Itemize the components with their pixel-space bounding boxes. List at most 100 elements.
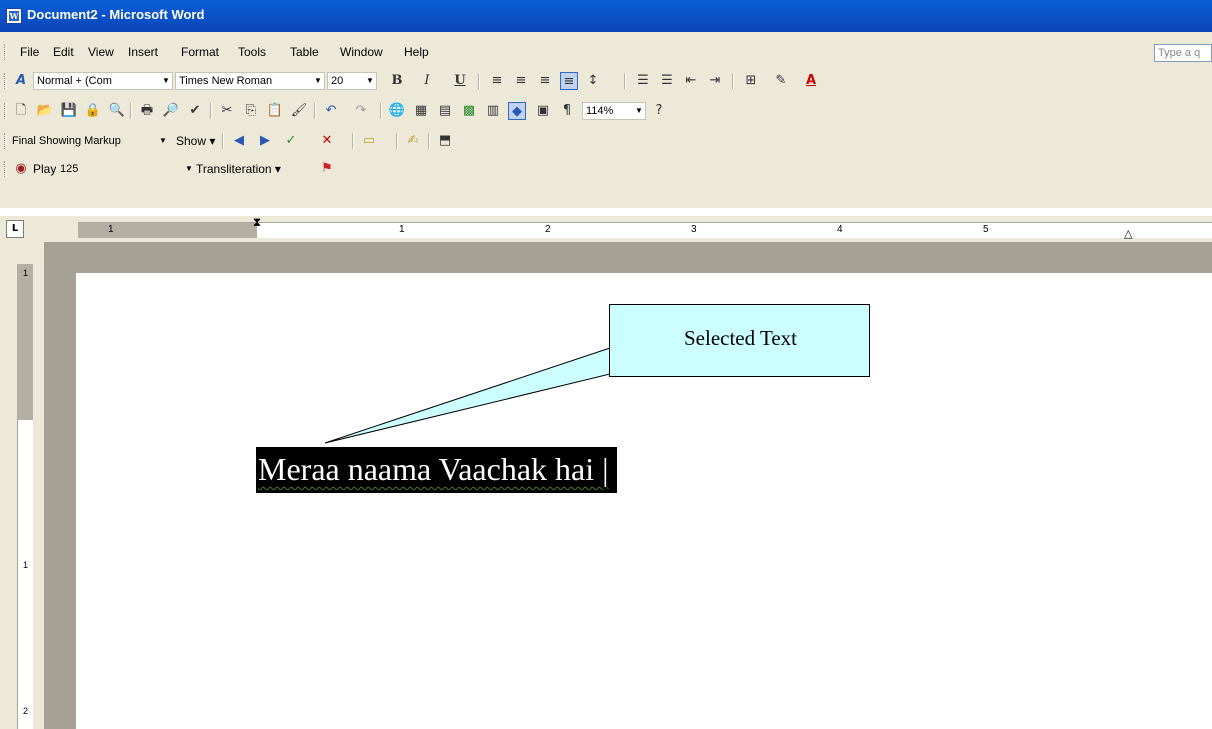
justify-icon[interactable]: ≡	[560, 72, 578, 90]
print-icon[interactable]: 🖶	[138, 102, 156, 120]
chevron-down-icon[interactable]: ▼	[633, 103, 645, 119]
italic-button[interactable]: I	[418, 72, 436, 90]
line-spacing-icon[interactable]: ↕	[584, 72, 602, 90]
show-menu-button[interactable]: Show ▾	[176, 134, 215, 148]
copy-icon[interactable]: ⎘	[242, 102, 260, 120]
zoom-combo[interactable]: 114% ▼	[582, 102, 646, 120]
menu-insert[interactable]: Insert	[128, 45, 158, 59]
display-for-review-combo[interactable]: Final Showing Markup ▼	[8, 132, 170, 150]
open-folder-icon[interactable]: 📂	[36, 102, 54, 120]
reviewing-pane-icon[interactable]: ⬒	[436, 132, 454, 150]
separator	[478, 73, 480, 89]
styles-icon[interactable]: A	[12, 72, 30, 90]
insert-excel-icon[interactable]: ▩	[460, 102, 478, 120]
insert-table-icon[interactable]: ▤	[436, 102, 454, 120]
chevron-down-icon[interactable]: ▼	[157, 133, 169, 149]
style-combo[interactable]: Normal + (Com ▼	[33, 72, 173, 90]
new-document-icon[interactable]: 🗋	[12, 102, 30, 120]
menu-table[interactable]: Table	[290, 45, 319, 59]
format-painter-icon[interactable]: 🖌	[290, 102, 308, 120]
menu-tools[interactable]: Tools	[238, 45, 266, 59]
toolbar-grip[interactable]	[4, 133, 7, 149]
previous-change-icon[interactable]: ◀	[230, 132, 248, 150]
paste-icon[interactable]: 📋	[266, 102, 284, 120]
undo-icon[interactable]: ↶	[322, 102, 340, 120]
drawing-icon[interactable]: ◆	[508, 102, 526, 120]
accept-change-icon[interactable]: ✓	[282, 132, 300, 150]
font-combo[interactable]: Times New Roman ▼	[175, 72, 325, 90]
align-left-icon[interactable]: ≡	[488, 72, 506, 90]
decrease-indent-icon[interactable]: ⇤	[682, 72, 700, 90]
menu-format[interactable]: Format	[181, 45, 219, 59]
increase-indent-icon[interactable]: ⇥	[706, 72, 724, 90]
permission-icon[interactable]: 🔒	[84, 102, 102, 120]
vertical-ruler[interactable]: 1 1 2	[0, 242, 44, 729]
right-indent-marker[interactable]: △	[1124, 227, 1132, 240]
separator	[624, 73, 626, 89]
speech-toolbar: ◉ Play 125 ▼ Transliteration ▾ ⚑	[0, 157, 1212, 181]
menu-view[interactable]: View	[88, 45, 114, 59]
show-hide-icon[interactable]: ¶	[558, 102, 576, 120]
vruler-number: 1	[23, 268, 29, 278]
chevron-down-icon[interactable]: ▼	[160, 73, 172, 89]
underline-button[interactable]: U	[451, 72, 469, 90]
font-color-icon[interactable]: A	[802, 72, 820, 90]
highlight-icon[interactable]: ✎	[772, 72, 790, 90]
new-comment-icon[interactable]: ▭	[360, 132, 378, 150]
chevron-down-icon[interactable]: ▼	[364, 73, 376, 89]
hyperlink-icon[interactable]: 🌐	[388, 102, 406, 120]
cut-icon[interactable]: ✂	[218, 102, 236, 120]
font-size-combo[interactable]: 20 ▼	[327, 72, 377, 90]
spelling-icon[interactable]: ✔	[186, 102, 204, 120]
word-app-icon[interactable]: W	[6, 8, 22, 24]
help-icon[interactable]: ?	[650, 102, 668, 120]
numbering-icon[interactable]: ☰	[634, 72, 652, 90]
menu-help[interactable]: Help	[404, 45, 429, 59]
horizontal-ruler[interactable]: L 1 1 2 3 4 5 △ ⧗	[0, 216, 1212, 242]
redo-icon[interactable]: ↷	[352, 102, 370, 120]
toolbar-grip[interactable]	[4, 103, 7, 119]
transliteration-dropdown[interactable]: Transliteration ▾	[196, 162, 281, 176]
menu-grip[interactable]	[4, 44, 7, 60]
chevron-down-icon[interactable]: ▼	[312, 73, 324, 89]
menu-window[interactable]: Window	[340, 45, 383, 59]
zoom-value: 114%	[586, 105, 614, 117]
flag-icon[interactable]: ⚑	[318, 160, 336, 178]
separator	[396, 133, 398, 149]
separator	[732, 73, 734, 89]
play-speaker-icon[interactable]: ◉	[12, 160, 30, 178]
rate-combo[interactable]: 125 ▼	[56, 160, 196, 178]
tab-selector[interactable]: L	[6, 220, 24, 238]
research-icon[interactable]: 🔍	[108, 102, 126, 120]
selected-text[interactable]: Meraa naama Vaachak hai |	[256, 447, 617, 493]
toolbar-grip[interactable]	[4, 73, 7, 89]
play-button[interactable]: Play	[33, 162, 56, 176]
reject-change-icon[interactable]: ✕	[318, 132, 336, 150]
vruler-number: 2	[23, 706, 29, 716]
menu-file[interactable]: File	[20, 45, 39, 59]
ask-question-input[interactable]: Type a q	[1154, 44, 1212, 62]
bullets-icon[interactable]: ☰	[658, 72, 676, 90]
toolbar-grip[interactable]	[4, 161, 7, 177]
save-icon[interactable]: 💾	[60, 102, 78, 120]
standard-toolbar: 🗋 📂 💾 🔒 🔍 🖶 🔎 ✔ ✂ ⎘ 📋 🖌 ↶ ↷ 🌐 ▦ ▤ ▩ ▥ ◆ …	[0, 99, 1212, 123]
border-icon[interactable]: ⊞	[742, 72, 760, 90]
tables-borders-icon[interactable]: ▦	[412, 102, 430, 120]
menu-edit[interactable]: Edit	[53, 45, 74, 59]
print-preview-icon[interactable]: 🔎	[162, 102, 180, 120]
ruler-number: 2	[545, 224, 551, 235]
next-change-icon[interactable]: ▶	[256, 132, 274, 150]
document-map-icon[interactable]: ▣	[534, 102, 552, 120]
align-center-icon[interactable]: ≡	[512, 72, 530, 90]
align-right-icon[interactable]: ≡	[536, 72, 554, 90]
font-size-value: 20	[331, 75, 344, 87]
track-changes-icon[interactable]: ✍	[404, 132, 422, 150]
callout-box[interactable]: Selected Text	[609, 304, 870, 377]
indent-hourglass-marker[interactable]: ⧗	[251, 216, 263, 244]
title-bar[interactable]: W Document2 - Microsoft Word	[0, 0, 1212, 32]
separator	[314, 103, 316, 119]
chevron-down-icon[interactable]: ▼	[183, 161, 195, 177]
ruler-bar[interactable]: 1 1 2 3 4 5 △	[78, 222, 1212, 240]
columns-icon[interactable]: ▥	[484, 102, 502, 120]
bold-button[interactable]: B	[388, 72, 406, 90]
